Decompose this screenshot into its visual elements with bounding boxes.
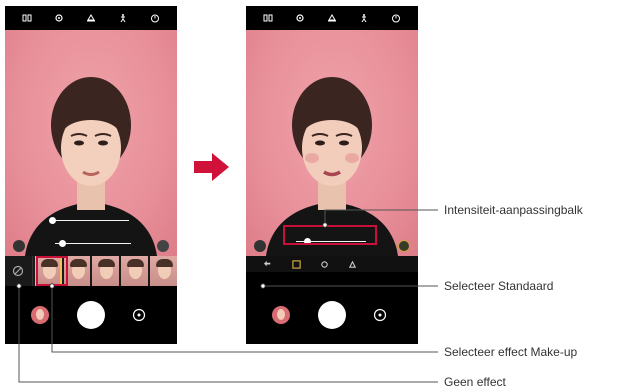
makeup-effect-thumb[interactable]	[92, 256, 120, 286]
makeup-effect-thumb[interactable]	[150, 256, 177, 286]
default-icon[interactable]	[282, 256, 310, 272]
menu-toggle-icon[interactable]	[13, 240, 25, 252]
no-effect-button[interactable]	[5, 256, 33, 286]
camera-bottom-bar	[246, 286, 418, 344]
aspect-ratio-icon[interactable]	[260, 10, 276, 26]
no-effect-icon	[13, 265, 24, 277]
switch-camera-icon[interactable]	[131, 307, 147, 323]
slider-track	[55, 243, 131, 244]
label-select-makeup: Selecteer effect Make-up	[444, 345, 578, 359]
transition-arrow-icon	[194, 153, 229, 181]
phone-screen-after	[246, 6, 418, 344]
phone-screen-before	[5, 6, 177, 344]
label-no-effect: Geen effect	[444, 375, 506, 389]
label-select-default: Selecteer Standaard	[444, 279, 554, 293]
switch-camera-icon[interactable]	[372, 307, 388, 323]
makeup-effect-highlight	[36, 256, 68, 286]
effect-toggle-icon[interactable]	[398, 240, 410, 252]
menu-toggle-icon[interactable]	[254, 240, 266, 252]
beauty-slider-1[interactable]	[49, 217, 129, 224]
beauty-slider-2[interactable]	[55, 240, 131, 247]
camera-top-bar	[5, 6, 177, 30]
makeup-effect-thumb[interactable]	[121, 256, 149, 286]
cloud-icon[interactable]	[324, 10, 340, 26]
shutter-button[interactable]	[77, 301, 105, 329]
portrait-image	[266, 77, 398, 256]
label-intensity-bar: Intensiteit-aanpassingbalk	[444, 203, 583, 217]
camera-top-bar	[246, 6, 418, 30]
slider-knob[interactable]	[49, 217, 56, 224]
camera-bottom-bar	[5, 286, 177, 344]
gallery-thumbnail[interactable]	[31, 306, 49, 324]
back-icon[interactable]	[254, 256, 282, 272]
settings-icon[interactable]	[51, 10, 67, 26]
gallery-thumbnail[interactable]	[272, 306, 290, 324]
intensity-bar-highlight	[283, 225, 377, 245]
camera-viewfinder[interactable]	[5, 30, 177, 256]
figure-icon[interactable]	[115, 10, 131, 26]
effects-strip	[5, 256, 177, 286]
aspect-ratio-icon[interactable]	[19, 10, 35, 26]
shutter-button[interactable]	[318, 301, 346, 329]
slider-knob[interactable]	[59, 240, 66, 247]
timer-icon[interactable]	[388, 10, 404, 26]
effect-toggle-icon[interactable]	[157, 240, 169, 252]
settings-icon[interactable]	[292, 10, 308, 26]
camera-viewfinder[interactable]	[246, 30, 418, 256]
style-icon[interactable]	[338, 256, 366, 272]
makeup-menu-row	[246, 256, 418, 272]
slider-track	[49, 220, 129, 221]
makeup-icon[interactable]	[310, 256, 338, 272]
figure-icon[interactable]	[356, 10, 372, 26]
cloud-icon[interactable]	[83, 10, 99, 26]
timer-icon[interactable]	[147, 10, 163, 26]
